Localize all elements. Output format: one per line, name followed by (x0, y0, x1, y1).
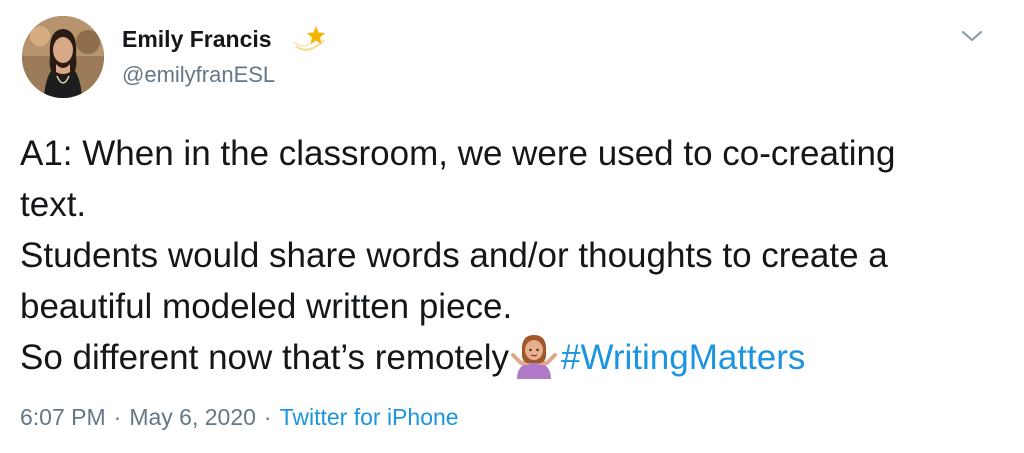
author-name[interactable]: Emily Francis (122, 26, 272, 53)
tweet-line: Students would share words and/or though… (20, 236, 888, 275)
tweet-source-link[interactable]: Twitter for iPhone (280, 404, 459, 430)
author-handle[interactable]: @emilyfranESL (122, 62, 275, 88)
tweet-last-line: So different now that’s remotely #Writin… (20, 332, 1000, 383)
tweet-text: A1: When in the classroom, we were used … (20, 128, 1000, 383)
tweet-meta: 6:07 PM · May 6, 2020 · Twitter for iPhone (20, 404, 459, 431)
person-shrugging-icon (510, 335, 557, 379)
tweet-line: A1: When in the classroom, we were used … (20, 134, 896, 173)
hashtag-link[interactable]: #WritingMatters (561, 338, 805, 377)
tweet-time[interactable]: 6:07 PM (20, 404, 106, 430)
tweet-line: text. (20, 185, 87, 224)
tweet-line: So different now that’s remotely (20, 338, 509, 377)
tweet-card: Emily Francis @emilyfranESL A1: When in … (0, 0, 1024, 453)
avatar[interactable] (22, 16, 104, 98)
chevron-down-icon[interactable] (960, 26, 984, 46)
meta-separator: · (113, 404, 122, 430)
tweet-date[interactable]: May 6, 2020 (129, 404, 256, 430)
tweet-line: beautiful modeled written piece. (20, 287, 513, 326)
shooting-star-icon (293, 26, 325, 51)
meta-separator: · (263, 404, 272, 430)
